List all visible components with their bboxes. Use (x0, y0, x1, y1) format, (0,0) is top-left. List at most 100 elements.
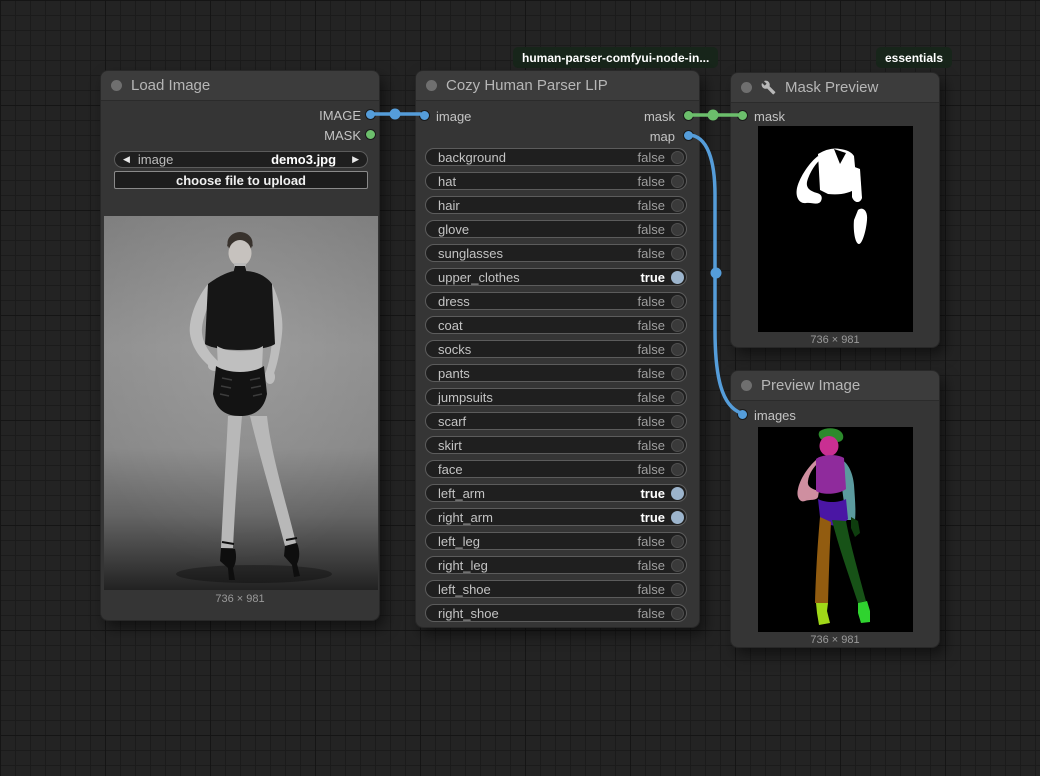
toggle-knob[interactable] (671, 247, 684, 260)
combo-next-icon[interactable]: ▶ (352, 155, 359, 164)
toggle-value: false (638, 342, 665, 357)
toggle-label: face (438, 462, 638, 477)
toggle-label: skirt (438, 438, 638, 453)
link-dot-image[interactable] (390, 109, 401, 120)
toggle-knob[interactable] (671, 343, 684, 356)
toggle-jumpsuits[interactable]: jumpsuitsfalse (425, 388, 687, 406)
toggle-sunglasses[interactable]: sunglassesfalse (425, 244, 687, 262)
output-label-image: IMAGE (319, 108, 361, 123)
wrench-icon (761, 80, 776, 95)
toggle-label: right_arm (438, 510, 640, 525)
toggle-knob[interactable] (671, 367, 684, 380)
toggle-left_leg[interactable]: left_legfalse (425, 532, 687, 550)
group-badge-human-parser[interactable]: human-parser-comfyui-node-in... (513, 47, 718, 68)
group-badge-essentials[interactable]: essentials (876, 47, 952, 68)
input-label-mask: mask (754, 109, 785, 124)
combo-value: demo3.jpg (271, 152, 336, 167)
toggle-knob[interactable] (671, 295, 684, 308)
output-label-mask: mask (644, 109, 675, 124)
collapse-dot[interactable] (426, 80, 437, 91)
toggle-knob[interactable] (671, 511, 684, 524)
toggle-value: false (638, 366, 665, 381)
toggle-knob[interactable] (671, 607, 684, 620)
toggle-value: true (640, 486, 665, 501)
toggle-knob[interactable] (671, 223, 684, 236)
input-port-images[interactable] (737, 409, 748, 420)
toggle-knob[interactable] (671, 151, 684, 164)
toggle-knob[interactable] (671, 391, 684, 404)
toggle-value: false (638, 462, 665, 477)
collapse-dot[interactable] (741, 82, 752, 93)
toggle-face[interactable]: facefalse (425, 460, 687, 478)
output-port-mask[interactable] (683, 110, 694, 121)
output-port-map[interactable] (683, 130, 694, 141)
toggle-label: jumpsuits (438, 390, 638, 405)
toggle-label: left_arm (438, 486, 640, 501)
toggle-value: false (638, 582, 665, 597)
collapse-dot[interactable] (111, 80, 122, 91)
toggle-coat[interactable]: coatfalse (425, 316, 687, 334)
toggle-right_arm[interactable]: right_armtrue (425, 508, 687, 526)
toggle-scarf[interactable]: scarffalse (425, 412, 687, 430)
toggle-right_leg[interactable]: right_legfalse (425, 556, 687, 574)
toggle-value: false (638, 438, 665, 453)
toggle-knob[interactable] (671, 535, 684, 548)
node-graph-canvas[interactable]: human-parser-comfyui-node-in... essentia… (0, 0, 1040, 776)
collapse-dot[interactable] (741, 380, 752, 391)
toggle-knob[interactable] (671, 439, 684, 452)
toggle-value: false (638, 222, 665, 237)
input-port-image[interactable] (419, 110, 430, 121)
toggle-knob[interactable] (671, 463, 684, 476)
toggle-value: false (638, 414, 665, 429)
node-load-image[interactable]: Load Image IMAGE MASK ◀ image demo3.jpg … (100, 70, 380, 621)
toggle-left_arm[interactable]: left_armtrue (425, 484, 687, 502)
toggle-glove[interactable]: glovefalse (425, 220, 687, 238)
node-parser-titlebar[interactable]: Cozy Human Parser LIP (416, 71, 699, 101)
toggle-label: hat (438, 174, 638, 189)
toggle-knob[interactable] (671, 199, 684, 212)
toggle-hair[interactable]: hairfalse (425, 196, 687, 214)
mask-preview-image (758, 126, 913, 332)
node-mask-preview-titlebar[interactable]: Mask Preview (731, 73, 939, 103)
link-dot-map[interactable] (711, 268, 722, 279)
toggle-background[interactable]: backgroundfalse (425, 148, 687, 166)
toggle-label: coat (438, 318, 638, 333)
node-mask-preview[interactable]: Mask Preview mask 736 × 981 (730, 72, 940, 348)
link-dot-mask[interactable] (708, 110, 719, 121)
toggle-knob[interactable] (671, 319, 684, 332)
combo-prev-icon[interactable]: ◀ (123, 155, 130, 164)
toggle-upper_clothes[interactable]: upper_clothestrue (425, 268, 687, 286)
combo-label: image (138, 152, 271, 167)
toggle-socks[interactable]: socksfalse (425, 340, 687, 358)
toggle-value: false (638, 198, 665, 213)
loaded-image-preview (104, 216, 378, 590)
toggle-value: false (638, 294, 665, 309)
node-preview-image-titlebar[interactable]: Preview Image (731, 371, 939, 401)
toggle-dress[interactable]: dressfalse (425, 292, 687, 310)
toggle-skirt[interactable]: skirtfalse (425, 436, 687, 454)
toggle-knob[interactable] (671, 583, 684, 596)
node-cozy-human-parser-lip[interactable]: Cozy Human Parser LIP image mask map bac… (415, 70, 700, 628)
toggle-knob[interactable] (671, 415, 684, 428)
output-label-map: map (650, 129, 675, 144)
toggle-label: scarf (438, 414, 638, 429)
toggle-right_shoe[interactable]: right_shoefalse (425, 604, 687, 622)
toggle-left_shoe[interactable]: left_shoefalse (425, 580, 687, 598)
toggle-knob[interactable] (671, 487, 684, 500)
toggle-hat[interactable]: hatfalse (425, 172, 687, 190)
toggle-knob[interactable] (671, 271, 684, 284)
toggle-knob[interactable] (671, 175, 684, 188)
toggle-value: false (638, 534, 665, 549)
input-port-mask[interactable] (737, 110, 748, 121)
output-port-mask[interactable] (365, 129, 376, 140)
toggle-knob[interactable] (671, 559, 684, 572)
toggle-label: sunglasses (438, 246, 638, 261)
toggle-label: right_leg (438, 558, 638, 573)
output-port-image[interactable] (365, 109, 376, 120)
choose-file-button[interactable]: choose file to upload (114, 171, 368, 189)
toggle-pants[interactable]: pantsfalse (425, 364, 687, 382)
node-preview-image[interactable]: Preview Image images 736 × 981 (730, 370, 940, 648)
toggle-value: false (638, 246, 665, 261)
image-combo-widget[interactable]: ◀ image demo3.jpg ▶ (114, 151, 368, 168)
node-load-image-titlebar[interactable]: Load Image (101, 71, 379, 101)
